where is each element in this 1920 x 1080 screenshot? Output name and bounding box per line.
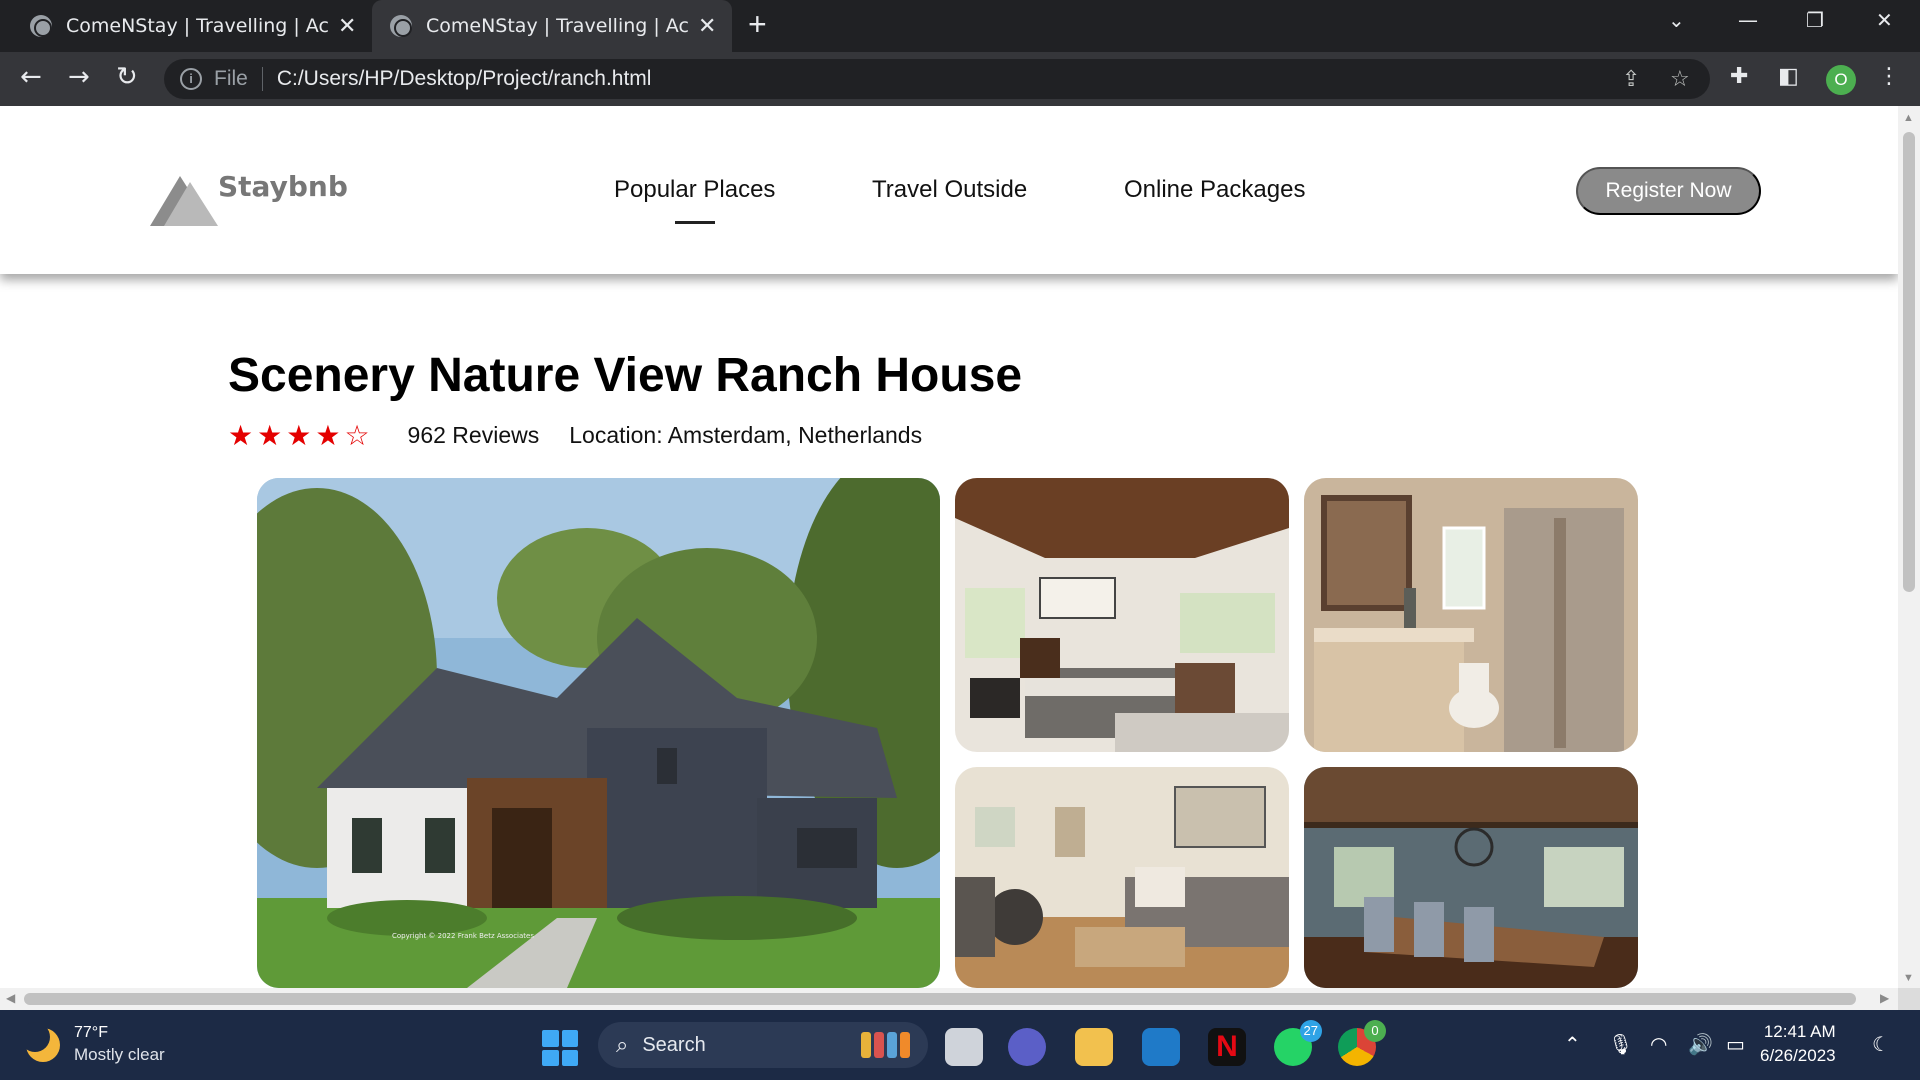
browser-toolbar: ← → ↻ i File C:/Users/HP/Desktop/Project… [0,52,1920,106]
star-filled-icon: ★ [257,419,283,452]
menu-icon[interactable]: ⋮ [1878,64,1900,89]
window-close-icon[interactable]: ✕ [1876,8,1893,32]
windows-taskbar: 77°F Mostly clear ⌕ Search N 27 0 ⌃ 🎙 ◠ … [0,1010,1920,1080]
whatsapp-icon[interactable]: 27 [1274,1020,1322,1066]
site-header: Staybnb Popular Places Travel Outside On… [0,106,1898,274]
listing-title: Scenery Nature View Ranch House [228,349,1023,402]
star-rating: ★ ★ ★ ★ ☆ [228,419,370,452]
tab-title: ComeNStay | Travelling | Accommodation [426,15,688,37]
globe-icon [30,15,52,37]
browser-tab-2[interactable]: ComeNStay | Travelling | Accommodation ✕ [372,0,732,52]
new-tab-icon[interactable]: + [748,6,767,43]
divider [261,67,263,91]
star-filled-icon: ★ [286,419,312,452]
chrome-icon[interactable]: 0 [1338,1020,1386,1066]
clock-date: 6/26/2023 [1760,1046,1836,1065]
reload-icon[interactable]: ↻ [116,62,138,92]
tab-search-icon[interactable]: ⌄ [1668,8,1685,32]
screen: ComeNStay | Travelling | Accommodation ✕… [0,0,1920,1080]
extensions-icon[interactable]: ✚ [1730,64,1748,89]
photo-caption: Copyright © 2022 Frank Betz Associates [392,932,534,940]
browser-tab-bar: ComeNStay | Travelling | Accommodation ✕… [0,0,1920,52]
house-exterior-photo[interactable]: Copyright © 2022 Frank Betz Associates [257,478,940,988]
moon-icon [20,1021,60,1062]
close-icon[interactable]: ✕ [698,14,716,39]
restore-icon[interactable]: ❐ [1806,8,1824,32]
listing-meta: ★ ★ ★ ★ ☆ 962 Reviews Location: Amsterdam, N… [228,419,922,452]
scrollbar-thumb[interactable] [1903,132,1915,592]
scroll-right-icon[interactable]: ▶ [1880,991,1889,1005]
search-highlight-icon [861,1032,910,1058]
whatsapp-badge: 27 [1299,1020,1322,1042]
profile-avatar[interactable]: O [1826,65,1856,95]
netflix-icon[interactable]: N [1208,1028,1246,1066]
logo-text[interactable]: Staybnb [218,170,348,203]
microphone-icon[interactable]: 🎙 [1608,1032,1633,1056]
start-icon[interactable] [542,1030,578,1066]
teams-icon[interactable] [1008,1028,1046,1066]
vertical-scrollbar[interactable]: ▲ ▼ [1898,106,1920,988]
side-panel-icon[interactable]: ◧ [1778,64,1799,89]
browser-tab-1[interactable]: ComeNStay | Travelling | Accommodation ✕ [0,0,370,52]
listing-location: Location: Amsterdam, Netherlands [569,422,923,448]
reviews-count[interactable]: 962 Reviews [408,422,540,449]
nav-travel-outside[interactable]: Travel Outside [872,176,1027,204]
url-text[interactable]: C:/Users/HP/Desktop/Project/ranch.html [277,67,652,91]
volume-icon[interactable]: 🔊 [1688,1032,1713,1056]
close-icon[interactable]: ✕ [338,14,356,39]
star-filled-icon: ★ [315,419,341,452]
share-icon[interactable]: ⇪ [1622,67,1640,92]
scroll-down-icon[interactable]: ▼ [1903,972,1914,984]
chevron-up-icon[interactable]: ⌃ [1564,1032,1581,1056]
dining-room-photo[interactable] [1304,767,1638,988]
taskbar-clock[interactable]: 12:41 AM 6/26/2023 [1760,1020,1836,1068]
nav-popular-places[interactable]: Popular Places [614,176,775,204]
info-icon[interactable]: i [180,68,202,90]
star-icon[interactable]: ☆ [1670,67,1690,92]
bedroom-photo[interactable] [955,478,1289,752]
clock-time: 12:41 AM [1763,1022,1836,1041]
tab-title: ComeNStay | Travelling | Accommodation [66,15,328,37]
scrollbar-thumb[interactable] [24,993,1856,1005]
search-label: Search [642,1033,706,1056]
scheme-label: File [214,67,248,90]
taskbar-search[interactable]: ⌕ Search [598,1022,928,1068]
star-empty-icon: ☆ [344,419,370,452]
battery-icon[interactable]: ▭ [1726,1032,1745,1056]
globe-icon [390,15,412,37]
notification-icon[interactable]: ☾ [1872,1032,1890,1056]
horizontal-scrollbar[interactable]: ◀ ▶ [0,988,1898,1010]
task-view-icon[interactable] [945,1028,983,1066]
back-icon[interactable]: ← [20,62,42,92]
page-viewport: Staybnb Popular Places Travel Outside On… [0,106,1898,988]
search-icon: ⌕ [616,1032,629,1058]
chrome-badge: 0 [1364,1020,1386,1042]
scroll-left-icon[interactable]: ◀ [6,991,15,1005]
vscode-icon[interactable] [1142,1028,1180,1066]
weather-widget[interactable]: 77°F Mostly clear [20,1021,165,1065]
nav-online-packages[interactable]: Online Packages [1124,176,1305,204]
wifi-icon[interactable]: ◠ [1650,1032,1667,1056]
minimize-icon[interactable]: — [1738,8,1758,32]
bathroom-photo[interactable] [1304,478,1638,752]
scroll-up-icon[interactable]: ▲ [1903,112,1914,124]
living-room-photo[interactable] [955,767,1289,988]
register-now-button[interactable]: Register Now [1576,167,1761,215]
forward-icon[interactable]: → [68,62,90,92]
star-filled-icon: ★ [228,419,254,452]
file-explorer-icon[interactable] [1075,1028,1113,1066]
weather-desc: Mostly clear [74,1045,165,1064]
address-bar[interactable]: i File C:/Users/HP/Desktop/Project/ranch… [164,59,1710,99]
weather-temp: 77°F [74,1024,108,1041]
scrollbar-corner [1898,988,1920,1010]
